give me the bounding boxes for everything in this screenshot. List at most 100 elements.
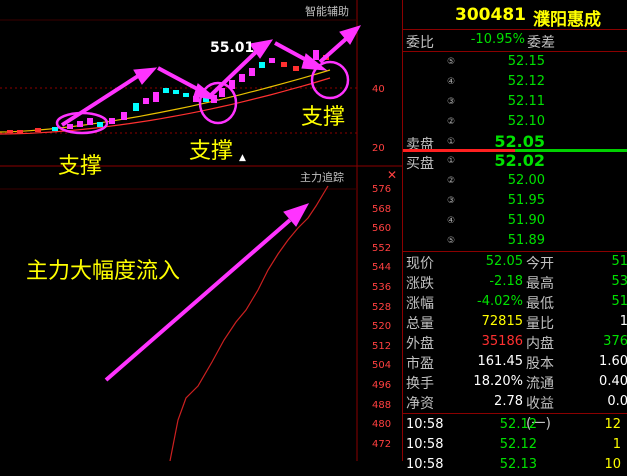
candle	[52, 127, 58, 131]
stock-name: 濮阳惠成	[533, 10, 601, 30]
candle	[77, 121, 83, 127]
quote-value: -2.18	[489, 274, 523, 289]
quote-label: 换手	[406, 376, 434, 392]
quote-label: 股本	[526, 356, 554, 372]
stock-code: 300481	[455, 5, 526, 25]
sell-price: 52.12	[507, 74, 545, 89]
candle	[173, 90, 179, 94]
order-level-index: ⑤	[447, 57, 456, 67]
quote-value: 2.78	[494, 394, 523, 409]
quote-label: 市盈	[406, 356, 434, 372]
quote-value: 52.05	[485, 254, 523, 269]
candle	[249, 68, 255, 76]
tick-volume: 10	[604, 457, 621, 472]
arrow-head	[133, 67, 158, 85]
order-level-index: ②	[447, 176, 456, 186]
tick-price: 52.12	[499, 417, 537, 432]
quote-value: 0.0	[607, 394, 627, 409]
lower-axis-tick: 520	[372, 321, 392, 333]
order-level-index: ③	[447, 97, 456, 107]
candle	[17, 130, 23, 133]
quote-value: 18.20%	[473, 374, 523, 389]
order-level-index: ⑤	[447, 236, 456, 246]
ma-line-red	[0, 77, 331, 135]
candle	[163, 88, 169, 93]
sell-order-row[interactable]: ⑤ 52.15	[403, 53, 627, 73]
quote-label: 今开	[526, 256, 554, 272]
quote-label: 涨幅	[406, 296, 434, 312]
tick-volume: 1	[612, 437, 621, 452]
buy-price: 51.90	[507, 213, 545, 228]
candle	[35, 128, 41, 132]
buy-order-row[interactable]: ③ 51.95	[403, 192, 627, 212]
chart-canvas[interactable]	[0, 0, 402, 461]
candle	[313, 50, 319, 60]
quote-row: 净资 2.78 收益(一) 0.0	[403, 393, 627, 432]
weibi-row: 委比 -10.95% 委差	[403, 31, 627, 51]
tick-row[interactable]: 10:58 52.12 1	[403, 436, 627, 456]
quote-row: 现价 52.05 今开 51	[403, 253, 627, 273]
trend-annotations	[55, 25, 362, 382]
panel-label-upper: 智能辅助	[305, 5, 349, 18]
candle	[153, 92, 159, 102]
quote-value: 53	[611, 274, 627, 289]
buy-order-row[interactable]: 买盘 ① 52.02	[403, 151, 627, 172]
support-circle-3	[310, 60, 350, 100]
candle	[281, 62, 287, 67]
tick-row[interactable]: 10:58 52.13 10	[403, 456, 627, 476]
panel-label-lower: 主力追踪	[300, 171, 344, 184]
candle	[293, 66, 299, 71]
candle	[87, 118, 93, 125]
quote-value: 161.45	[477, 354, 524, 369]
quote-row: 换手 18.20% 流通 0.40	[403, 373, 627, 393]
buy-order-row[interactable]: ⑤ 51.89	[403, 232, 627, 252]
buy-price: 51.89	[507, 233, 545, 248]
lower-axis-tick: 488	[372, 399, 392, 411]
sell-order-row[interactable]: ② 52.10	[403, 113, 627, 133]
weicha-label: 委差	[527, 35, 555, 51]
buy-label: 买盘	[406, 156, 434, 172]
candle	[109, 118, 115, 124]
sell-order-row[interactable]: ④ 52.12	[403, 73, 627, 93]
quote-value: 0.40	[599, 374, 627, 389]
quote-row: 市盈 161.45 股本 1.60	[403, 353, 627, 373]
quote-label: 外盘	[406, 336, 434, 352]
quote-label: 流通	[526, 376, 554, 392]
quote-value: 1	[619, 314, 627, 329]
tick-row[interactable]: 10:58 52.12 12	[403, 416, 627, 436]
quote-value: 35186	[481, 334, 523, 349]
high-price-label: 55.01	[210, 40, 255, 56]
lower-axis-tick: 576	[372, 184, 392, 195]
quote-value: 72815	[481, 314, 523, 329]
tick-price: 52.13	[499, 457, 537, 472]
candle	[183, 93, 189, 97]
buy-order-row[interactable]: ② 52.00	[403, 172, 627, 192]
support-label-3: 支撑	[301, 105, 346, 130]
sell-price: 52.11	[507, 94, 545, 109]
lower-axis-tick: 480	[372, 419, 392, 431]
upper-axis-tick: 40	[372, 84, 385, 95]
candle	[269, 58, 275, 63]
quote-label: 净资	[406, 396, 434, 412]
candle	[97, 122, 103, 127]
lower-axis-tick: 512	[372, 340, 392, 352]
lower-axis-tick: 472	[372, 438, 392, 450]
close-icon[interactable]: ✕	[387, 168, 397, 182]
quote-row: 外盘 35186 内盘 376	[403, 333, 627, 353]
lower-axis-tick: 496	[372, 380, 392, 391]
quote-row: 涨跌 -2.18 最高 53	[403, 273, 627, 293]
candle	[239, 74, 245, 82]
order-level-index: ①	[447, 137, 456, 147]
lower-axis-tick: 544	[372, 262, 392, 274]
candle	[133, 103, 139, 111]
quote-value: 51	[611, 294, 627, 309]
sell-order-row[interactable]: ③ 52.11	[403, 93, 627, 113]
quote-row: 涨幅 -4.02% 最低 51	[403, 293, 627, 313]
ma-line-yellow	[0, 69, 331, 133]
main-force-flow-line	[169, 185, 329, 461]
chart-area[interactable]: 智能辅助 主力追踪 ✕ 55.01 40 20 ▲ 支撑 支撑 支撑 主力大幅度…	[0, 0, 402, 461]
quote-label: 最高	[526, 276, 554, 292]
buy-order-row[interactable]: ④ 51.90	[403, 212, 627, 232]
quote-value: -4.02%	[477, 294, 523, 309]
support-label-2: 支撑	[189, 139, 234, 164]
